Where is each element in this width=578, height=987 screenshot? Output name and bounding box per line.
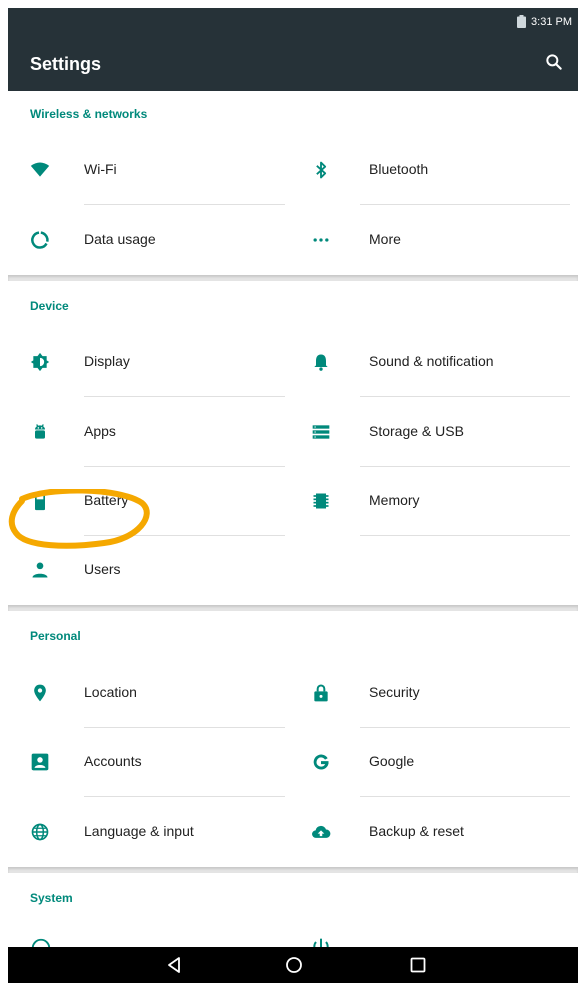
- settings-item-label: Data usage: [84, 231, 156, 247]
- settings-item-apps[interactable]: Apps: [8, 397, 293, 467]
- settings-item-bluetooth[interactable]: Bluetooth: [284, 135, 578, 205]
- search-icon[interactable]: [544, 52, 564, 72]
- google-g-icon: [313, 754, 329, 770]
- settings-item-backup[interactable]: Backup & reset: [284, 797, 578, 867]
- storage-icon: [312, 425, 330, 439]
- settings-item-sound[interactable]: Sound & notification: [284, 327, 578, 397]
- more-dots-icon: [313, 238, 329, 242]
- settings-item-memory[interactable]: Memory: [284, 466, 578, 536]
- data-usage-icon: [31, 231, 49, 249]
- section-divider: [8, 867, 578, 873]
- settings-item-label: Display: [84, 353, 130, 369]
- settings-item-location[interactable]: Location: [8, 658, 293, 728]
- settings-item-label: Accounts: [84, 753, 142, 769]
- account-box-icon: [31, 753, 49, 771]
- settings-list[interactable]: Wireless & networks Wi-Fi Bluetooth Data…: [8, 91, 578, 947]
- settings-item-storage[interactable]: Storage & USB: [284, 397, 578, 467]
- settings-item-label: Google: [369, 753, 415, 769]
- settings-item-label: Storage & USB: [369, 423, 464, 439]
- settings-item-label: Security: [369, 684, 420, 700]
- status-time: 3:31 PM: [531, 15, 572, 28]
- memory-chip-icon: [313, 493, 329, 509]
- clock-icon: [31, 938, 51, 947]
- section-title-system: System: [30, 891, 73, 905]
- battery-status-icon: [517, 15, 527, 28]
- section-title-device: Device: [30, 299, 69, 313]
- person-icon: [32, 562, 48, 578]
- settings-item-label: Language & input: [84, 823, 194, 839]
- navigation-bar: [8, 947, 578, 983]
- settings-item-label: Users: [84, 561, 121, 577]
- battery-icon: [35, 491, 45, 511]
- section-divider: [8, 275, 578, 281]
- page-title: Settings: [30, 54, 102, 74]
- settings-item-language[interactable]: Language & input: [8, 797, 293, 867]
- brightness-icon: [30, 352, 50, 372]
- settings-item-battery[interactable]: Battery: [8, 466, 293, 536]
- bell-icon: [314, 354, 328, 371]
- lock-icon: [314, 684, 328, 702]
- location-pin-icon: [34, 684, 46, 702]
- back-icon[interactable]: [164, 955, 184, 975]
- settings-item-label: Wi-Fi: [84, 161, 117, 177]
- settings-item-wifi[interactable]: Wi-Fi: [8, 135, 293, 205]
- android-icon: [35, 424, 45, 439]
- settings-item-label: Backup & reset: [369, 823, 464, 839]
- cloud-upload-icon: [312, 825, 331, 838]
- settings-item-data-usage[interactable]: Data usage: [8, 205, 293, 275]
- settings-item-label: Battery: [84, 492, 129, 508]
- settings-item-security[interactable]: Security: [284, 658, 578, 728]
- settings-item-label: Bluetooth: [369, 161, 429, 177]
- wifi-icon: [30, 162, 50, 177]
- bluetooth-icon: [316, 161, 327, 179]
- settings-item-more[interactable]: More: [284, 205, 578, 275]
- settings-item-display[interactable]: Display: [8, 327, 293, 397]
- settings-item-label: Memory: [369, 492, 420, 508]
- settings-item-label: Location: [84, 684, 137, 700]
- home-icon[interactable]: [284, 955, 304, 975]
- section-title-personal: Personal: [30, 629, 81, 643]
- section-title-wireless: Wireless & networks: [30, 107, 148, 121]
- section-divider: [8, 605, 578, 611]
- settings-item-label: Sound & notification: [369, 353, 494, 369]
- settings-item-users[interactable]: Users: [8, 535, 293, 605]
- settings-item-label: Apps: [84, 423, 116, 439]
- settings-item-google[interactable]: Google: [284, 727, 578, 797]
- settings-item-accounts[interactable]: Accounts: [8, 727, 293, 797]
- app-bar: Settings: [8, 36, 578, 91]
- power-icon: [313, 938, 329, 947]
- settings-item-label: More: [369, 231, 401, 247]
- recents-icon[interactable]: [408, 955, 428, 975]
- status-bar: 3:31 PM: [8, 8, 578, 36]
- android-screen: 3:31 PM Settings Wireless & networks Wi-…: [8, 4, 578, 983]
- globe-icon: [31, 823, 49, 841]
